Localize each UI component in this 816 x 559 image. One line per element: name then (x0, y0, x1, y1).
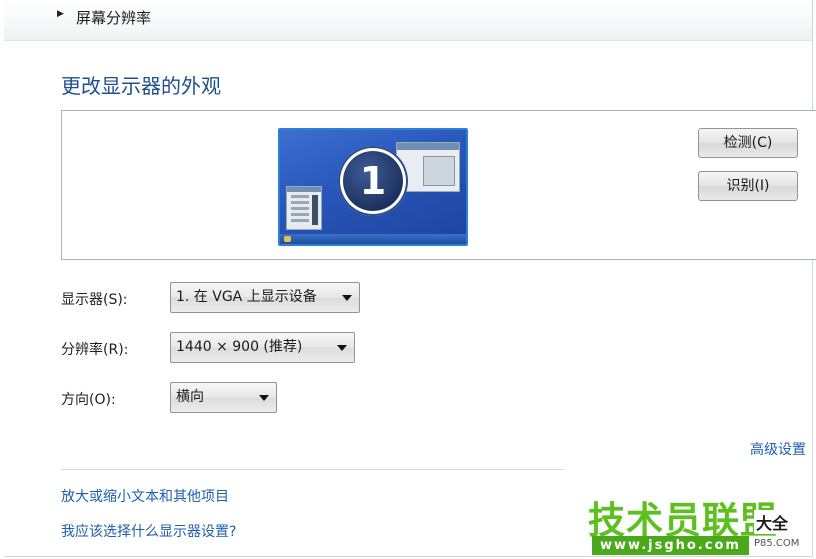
advanced-settings-link[interactable]: 高级设置 (750, 439, 806, 459)
orientation-label: 方向(O): (61, 392, 116, 408)
divider (61, 469, 565, 470)
display-select-value: 1. 在 VGA 上显示设备 (176, 289, 317, 305)
desktop-taskbar (280, 234, 466, 244)
resolution-select[interactable]: 1440 × 900 (推荐) (170, 332, 355, 363)
breadcrumb-arrow-icon[interactable]: ▶ (57, 9, 64, 19)
monitor-1-preview[interactable]: 1 (278, 128, 468, 246)
orientation-select-value: 横向 (176, 389, 204, 405)
monitor-number: 1 (343, 151, 403, 211)
chevron-down-icon (337, 345, 347, 351)
breadcrumb-screen-resolution[interactable]: 屏幕分辨率 (76, 7, 151, 28)
chevron-down-icon (259, 395, 269, 401)
orientation-select[interactable]: 横向 (170, 382, 277, 413)
detect-button[interactable]: 检测(C) (698, 128, 798, 158)
display-label: 显示器(S): (61, 292, 128, 308)
breadcrumb-bar: ▶ 屏幕分辨率 (4, 0, 812, 41)
watermark-subtitle: 大全 (754, 510, 791, 534)
watermark-url: www.jsgho.com (592, 536, 749, 555)
resolution-select-value: 1440 × 900 (推荐) (176, 339, 303, 355)
desktop-window-small-icon (286, 186, 322, 230)
identify-button[interactable]: 识别(I) (698, 171, 798, 201)
resolution-label: 分辨率(R): (61, 342, 129, 358)
watermark-tag: P85.COM (754, 538, 800, 549)
text-size-link[interactable]: 放大或缩小文本和其他项目 (61, 486, 229, 506)
which-display-settings-link[interactable]: 我应该选择什么显示器设置? (61, 521, 236, 541)
display-select[interactable]: 1. 在 VGA 上显示设备 (170, 282, 360, 313)
page-title: 更改显示器的外观 (61, 74, 221, 98)
start-orb-icon (284, 236, 291, 242)
watermark-logo: 技术员联盟 大全 www.jsgho.com P85.COM (586, 490, 816, 559)
chevron-down-icon (342, 295, 352, 301)
monitor-number-badge: 1 (338, 146, 408, 216)
